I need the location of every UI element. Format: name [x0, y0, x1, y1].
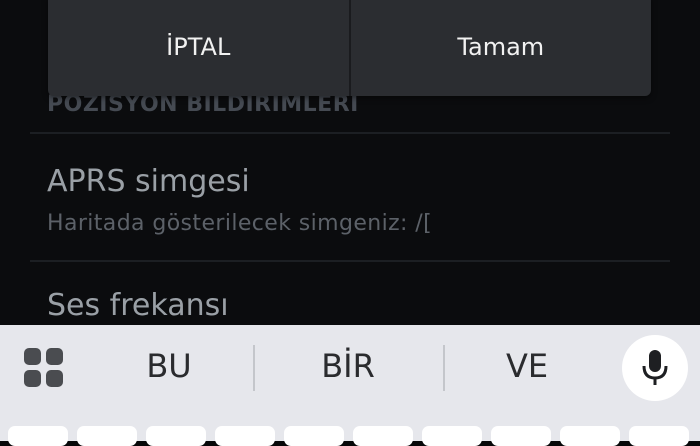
pref-aprs-icon-title[interactable]: APRS simgesi	[47, 164, 250, 199]
key[interactable]	[146, 426, 206, 446]
key[interactable]	[353, 426, 413, 446]
key[interactable]	[284, 426, 344, 446]
voice-input-button[interactable]	[622, 335, 688, 401]
key[interactable]	[77, 426, 137, 446]
key-row	[0, 426, 700, 446]
key[interactable]	[8, 426, 68, 446]
pref-aprs-icon-summary: Haritada gösterilecek simgeniz: /[	[47, 211, 433, 236]
suggestion-separator	[443, 345, 445, 391]
pref-audio-frequency-title[interactable]: Ses frekansı	[47, 288, 229, 323]
suggestion-3[interactable]: VE	[462, 347, 592, 385]
keyboard: BU BİR VE	[0, 325, 700, 446]
divider	[30, 260, 670, 262]
cancel-button[interactable]: İPTAL	[48, 0, 349, 96]
settings-list: POZISYON BILDIRIMLERI APRS simgesi Harit…	[0, 0, 700, 325]
ok-button[interactable]: Tamam	[351, 0, 652, 96]
suggestion-1[interactable]: BU	[104, 347, 234, 385]
suggestion-bar: BU BİR VE	[0, 325, 700, 415]
dialog-button-bar: İPTAL Tamam	[48, 0, 651, 96]
suggestion-2[interactable]: BİR	[283, 347, 413, 385]
apps-grid-icon[interactable]	[24, 348, 64, 388]
suggestion-separator	[253, 345, 255, 391]
key[interactable]	[560, 426, 620, 446]
divider	[30, 132, 670, 134]
microphone-icon	[642, 350, 668, 385]
key[interactable]	[491, 426, 551, 446]
key[interactable]	[215, 426, 275, 446]
key[interactable]	[422, 426, 482, 446]
key[interactable]	[629, 426, 689, 446]
